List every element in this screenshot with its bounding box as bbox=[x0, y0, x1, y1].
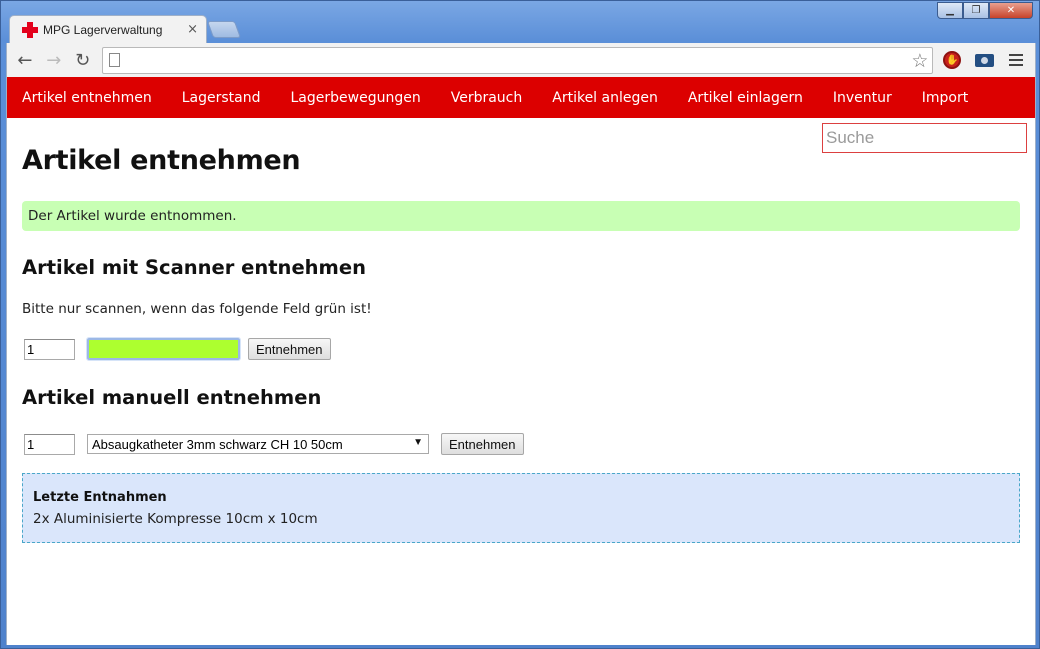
article-select-value: Absaugkatheter 3mm schwarz CH 10 50cm bbox=[92, 436, 343, 452]
manual-quantity-input[interactable] bbox=[24, 433, 75, 455]
new-tab-button[interactable] bbox=[206, 21, 242, 38]
stop-extension-button[interactable]: ✋ bbox=[939, 47, 965, 73]
nav-item-import[interactable]: Import bbox=[922, 90, 968, 106]
scanner-form: Entnehmen bbox=[22, 337, 1020, 361]
search-input[interactable] bbox=[822, 123, 1027, 153]
camera-extension-button[interactable] bbox=[971, 47, 997, 73]
scanner-hint: Bitte nur scannen, wenn das folgende Fel… bbox=[22, 301, 372, 317]
browser-tab[interactable]: MPG Lagerverwaltung × bbox=[9, 15, 207, 43]
nav-item-lagerbewegungen[interactable]: Lagerbewegungen bbox=[291, 90, 421, 106]
forward-arrow-icon[interactable]: → bbox=[42, 48, 66, 72]
tab-close-icon[interactable]: × bbox=[187, 22, 198, 37]
address-bar[interactable]: ☆ bbox=[101, 46, 934, 74]
scanner-entnehmen-button[interactable]: Entnehmen bbox=[248, 338, 331, 360]
success-alert: Der Artikel wurde entnommen. bbox=[22, 201, 1020, 231]
window-controls: ▁ ❐ ✕ bbox=[937, 2, 1033, 19]
star-icon[interactable]: ☆ bbox=[911, 50, 928, 72]
nav-item-artikel-entnehmen[interactable]: Artikel entnehmen bbox=[22, 90, 152, 106]
nav-item-lagerstand[interactable]: Lagerstand bbox=[182, 90, 261, 106]
main-content: Artikel entnehmen Der Artikel wurde entn… bbox=[7, 145, 1035, 543]
reload-icon[interactable]: ↻ bbox=[71, 48, 95, 72]
red-cross-icon bbox=[22, 21, 38, 38]
page-viewport: Artikel entnehmen Lagerstand Lagerbewegu… bbox=[6, 77, 1036, 645]
maximize-button[interactable]: ❐ bbox=[963, 2, 989, 19]
hamburger-menu-icon bbox=[1009, 54, 1024, 66]
recent-withdrawals-panel: Letzte Entnahmen 2x Aluminisierte Kompre… bbox=[22, 473, 1020, 543]
recent-withdrawals-title: Letzte Entnahmen bbox=[33, 490, 167, 505]
barcode-input[interactable] bbox=[86, 337, 241, 361]
nav-item-inventur[interactable]: Inventur bbox=[833, 90, 892, 106]
scanner-quantity-input[interactable] bbox=[24, 338, 75, 360]
manual-form: Absaugkatheter 3mm schwarz CH 10 50cm ▼ … bbox=[22, 433, 1020, 455]
stop-sign-icon: ✋ bbox=[943, 51, 962, 69]
close-window-button[interactable]: ✕ bbox=[989, 2, 1033, 19]
main-navigation: Artikel entnehmen Lagerstand Lagerbewegu… bbox=[7, 77, 1035, 118]
manual-section-heading: Artikel manuell entnehmen bbox=[22, 386, 322, 409]
dropdown-arrow-icon: ▼ bbox=[413, 437, 423, 448]
camera-icon bbox=[974, 53, 994, 67]
back-arrow-icon[interactable]: ← bbox=[13, 48, 37, 72]
tab-title: MPG Lagerverwaltung bbox=[43, 22, 163, 37]
manual-entnehmen-button[interactable]: Entnehmen bbox=[441, 433, 524, 455]
nav-item-artikel-einlagern[interactable]: Artikel einlagern bbox=[688, 90, 803, 106]
browser-toolbar: ← → ↻ ☆ ✋ bbox=[6, 43, 1036, 77]
nav-item-artikel-anlegen[interactable]: Artikel anlegen bbox=[552, 90, 658, 106]
minimize-button[interactable]: ▁ bbox=[937, 2, 963, 19]
page-icon bbox=[108, 53, 120, 67]
browser-window: ▁ ❐ ✕ MPG Lagerverwaltung × ← → ↻ ☆ ✋ Ar… bbox=[0, 0, 1040, 649]
article-select[interactable]: Absaugkatheter 3mm schwarz CH 10 50cm ▼ bbox=[87, 434, 429, 454]
browser-menu-button[interactable] bbox=[1003, 47, 1029, 73]
list-item: 2x Aluminisierte Kompresse 10cm x 10cm bbox=[33, 511, 318, 527]
nav-item-verbrauch[interactable]: Verbrauch bbox=[451, 90, 523, 106]
scanner-section-heading: Artikel mit Scanner entnehmen bbox=[22, 256, 366, 279]
